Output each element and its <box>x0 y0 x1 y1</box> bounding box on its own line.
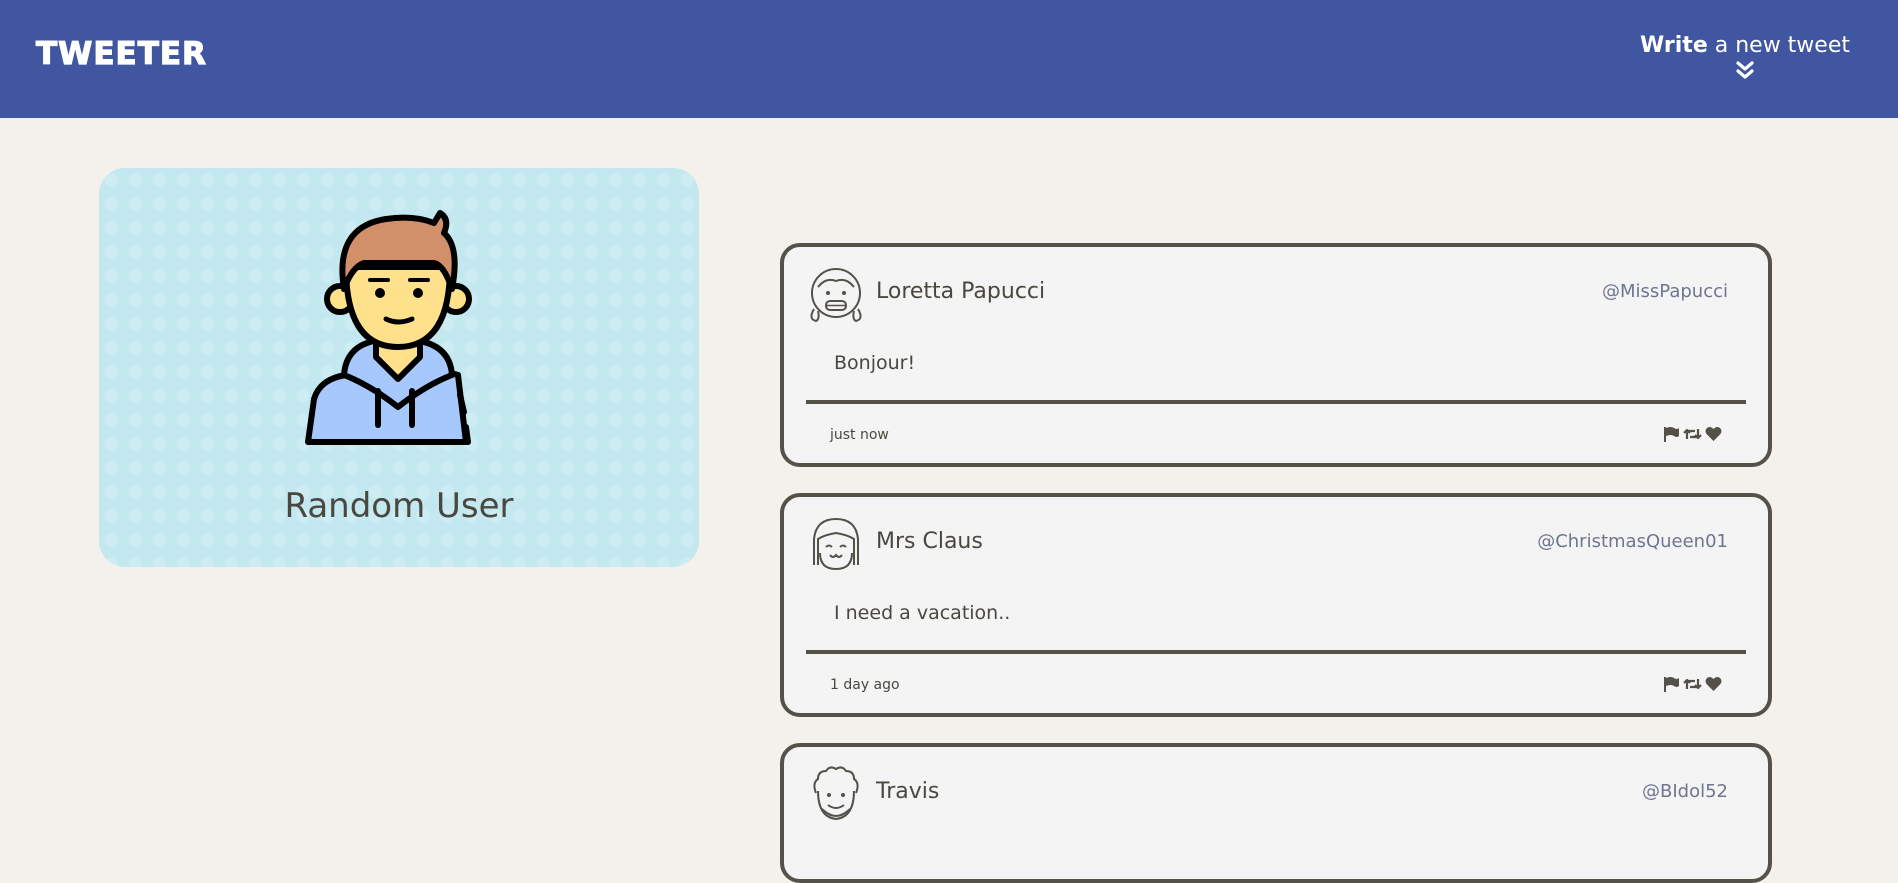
heart-icon[interactable] <box>1705 426 1722 442</box>
double-chevron-down-icon[interactable] <box>1736 61 1754 81</box>
tweet-actions <box>1663 676 1722 692</box>
tweet-author-name: Travis <box>876 779 940 804</box>
write-tweet-label-bold: Write <box>1640 33 1708 58</box>
tweet-timestamp: 1 day ago <box>830 677 900 693</box>
flag-icon[interactable] <box>1663 426 1680 442</box>
tweet-timestamp: just now <box>830 427 889 443</box>
tweet-author-handle: @ChristmasQueen01 <box>1537 531 1728 552</box>
tweet-avatar <box>810 268 862 323</box>
user-avatar <box>305 210 472 445</box>
tweet-divider <box>806 650 1746 654</box>
write-tweet-label: Write a new tweet <box>1640 31 1850 61</box>
flag-icon[interactable] <box>1663 676 1680 692</box>
tweet-avatar <box>813 517 859 571</box>
tweet-divider <box>806 400 1746 404</box>
tweet-card: Travis @BIdol52 <box>780 743 1772 883</box>
tweet-actions <box>1663 426 1722 442</box>
tweet-author-handle: @MissPapucci <box>1602 281 1728 302</box>
heart-icon[interactable] <box>1705 676 1722 692</box>
top-nav: TWEETER Write a new tweet <box>0 0 1898 118</box>
write-tweet-label-rest: a new tweet <box>1707 33 1850 58</box>
retweet-icon[interactable] <box>1683 676 1702 692</box>
tweet-text: Bonjour! <box>834 352 916 374</box>
write-tweet-button[interactable]: Write a new tweet <box>1640 31 1850 81</box>
tweet-text: I need a vacation.. <box>834 602 1011 624</box>
tweet-author-name: Loretta Papucci <box>876 279 1046 304</box>
tweet-avatar <box>813 766 859 821</box>
profile-card: Random User <box>99 168 699 567</box>
tweet-author-handle: @BIdol52 <box>1641 781 1728 802</box>
app-logo[interactable]: TWEETER <box>35 35 207 72</box>
profile-name: Random User <box>284 486 514 526</box>
tweet-author-name: Mrs Claus <box>876 529 983 554</box>
tweet-card: Loretta Papucci @MissPapucci Bonjour! ju… <box>780 243 1772 467</box>
retweet-icon[interactable] <box>1683 426 1702 442</box>
tweet-card: Mrs Claus @ChristmasQueen01 I need a vac… <box>780 493 1772 717</box>
